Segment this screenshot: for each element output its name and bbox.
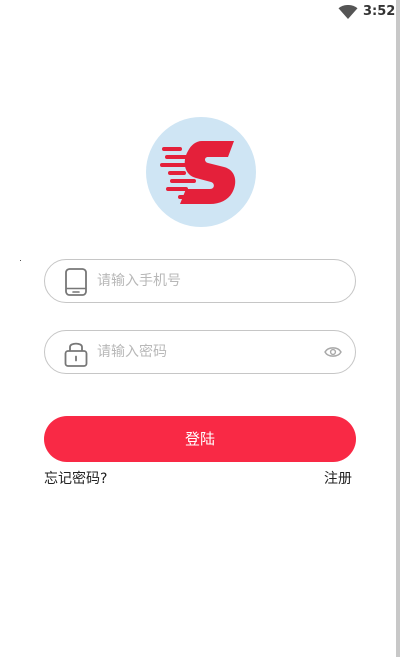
login-screen: 3:52 请输入手机号 登陆 忘记密码? 注册 bbox=[0, 0, 396, 657]
status-bar: 3:52 bbox=[0, 0, 396, 24]
register-link[interactable]: 注册 bbox=[324, 470, 352, 488]
password-input[interactable] bbox=[97, 339, 317, 365]
phone-input[interactable] bbox=[97, 268, 317, 294]
login-button[interactable]: 登陆 bbox=[44, 416, 356, 462]
phone-field[interactable] bbox=[44, 259, 356, 303]
eye-icon[interactable] bbox=[324, 345, 342, 359]
wifi-icon bbox=[338, 5, 358, 19]
speed-s-logo-icon bbox=[160, 141, 236, 204]
lock-icon bbox=[64, 342, 88, 367]
phone-icon bbox=[65, 268, 87, 296]
scrollbar-edge bbox=[396, 0, 400, 657]
forgot-password-link[interactable]: 忘记密码? bbox=[44, 470, 107, 488]
decorative-dot bbox=[20, 260, 21, 261]
app-logo bbox=[146, 117, 256, 227]
password-field[interactable] bbox=[44, 330, 356, 374]
status-time: 3:52 bbox=[363, 4, 396, 19]
